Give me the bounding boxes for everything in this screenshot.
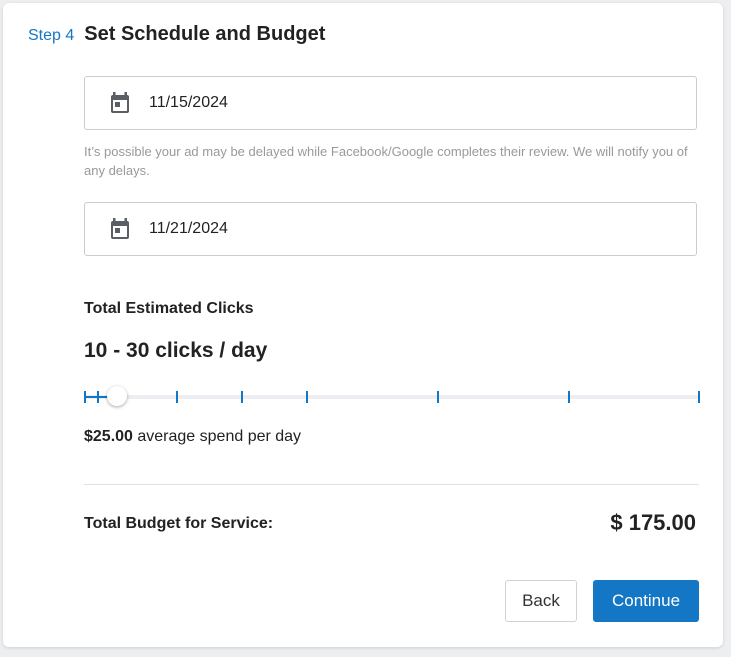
back-button[interactable]: Back [505, 580, 577, 622]
slider-tick [568, 391, 570, 403]
slider-tick [84, 391, 86, 403]
calendar-icon [109, 92, 131, 114]
estimated-clicks-label: Total Estimated Clicks [84, 300, 254, 317]
start-date-value: 11/15/2024 [149, 94, 228, 111]
average-spend-amount: $25.00 [84, 428, 133, 445]
step-title: Set Schedule and Budget [84, 23, 326, 45]
divider [84, 484, 699, 485]
total-budget-value: $ 175.00 [610, 510, 696, 535]
average-spend: $25.00 average spend per day [84, 428, 301, 446]
start-date-field[interactable]: 11/15/2024 [84, 76, 697, 130]
slider-tick [241, 391, 243, 403]
average-spend-suffix: average spend per day [132, 428, 302, 445]
continue-button[interactable]: Continue [593, 580, 699, 622]
slider-tick [97, 391, 99, 403]
step-number: Step 4 [28, 27, 75, 44]
estimated-clicks-value: 10 - 30 clicks / day [84, 339, 268, 362]
schedule-budget-card: Step 4 Set Schedule and Budget 11/15/202… [3, 3, 723, 647]
review-delay-note: It’s possible your ad may be delayed whi… [84, 144, 688, 178]
budget-slider[interactable] [84, 385, 700, 409]
slider-tick [437, 391, 439, 403]
slider-tick [698, 391, 700, 403]
end-date-field[interactable]: 11/21/2024 [84, 202, 697, 256]
step-header: Step 4 Set Schedule and Budget [28, 23, 325, 46]
slider-tick [306, 391, 308, 403]
calendar-icon [109, 218, 131, 240]
end-date-value: 11/21/2024 [149, 220, 228, 237]
slider-thumb[interactable] [107, 386, 127, 406]
slider-tick [176, 391, 178, 403]
total-budget-label: Total Budget for Service: [84, 515, 274, 532]
